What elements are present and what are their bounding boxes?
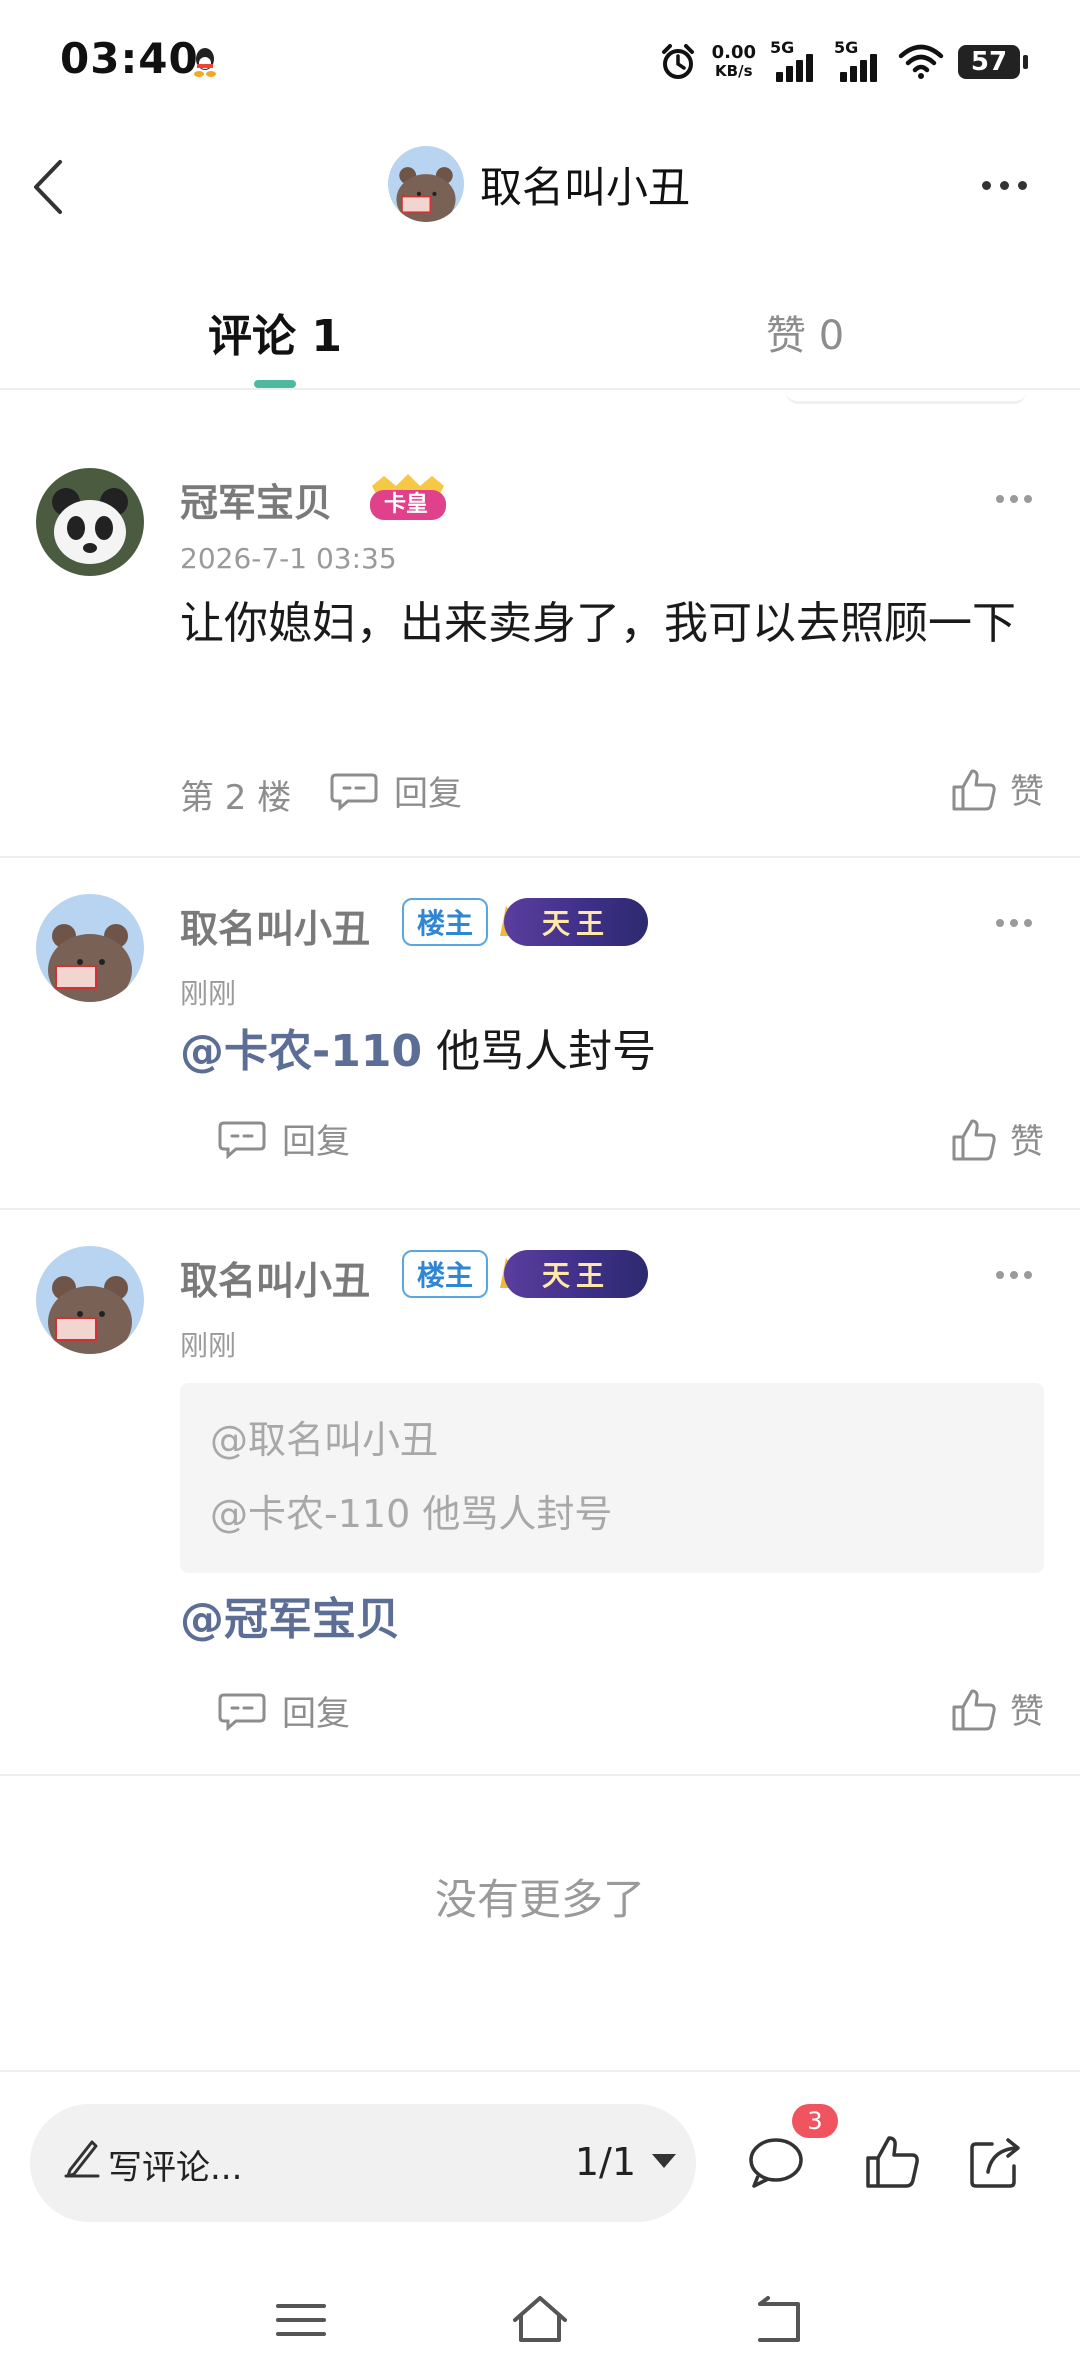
- comment-icon[interactable]: [746, 2132, 806, 2192]
- bear-avatar-icon: [388, 146, 464, 222]
- comment-more-button[interactable]: [996, 1268, 1036, 1282]
- status-bar: 03:40 0.00 KB/s 5G 5G 57: [0, 0, 1080, 120]
- back-nav-icon[interactable]: [744, 2290, 814, 2350]
- owner-badge: 楼主: [402, 1250, 488, 1298]
- divider: [0, 1774, 1080, 1776]
- thread-author[interactable]: 取名叫小丑: [388, 146, 690, 222]
- page-indicator[interactable]: 1/1: [575, 2140, 636, 2184]
- comment-time: 刚刚: [180, 977, 237, 1010]
- tab-comments[interactable]: 评论 1: [208, 300, 342, 364]
- commenter-name[interactable]: 取名叫小丑: [180, 1250, 370, 1305]
- tab-bar: 评论 1 赞 0: [0, 285, 1080, 390]
- net-speed: 0.00 KB/s: [711, 42, 756, 81]
- signal-1-icon: 5G: [770, 38, 820, 82]
- comment-more-button[interactable]: [996, 916, 1036, 930]
- comment-text: @卡农-110 他骂人封号: [180, 1026, 657, 1077]
- commenter-name[interactable]: 冠军宝贝: [180, 472, 332, 527]
- comment-item: 取名叫小丑 楼主 天王 刚刚 @卡农-110 他骂人封号 回复 赞: [0, 892, 1080, 1208]
- level-badge: 天王: [504, 898, 648, 946]
- bear-avatar-icon: [36, 894, 144, 1002]
- comment-count-badge: 3: [792, 2104, 838, 2138]
- collapsed-handle: [786, 392, 1026, 404]
- divider: [0, 1208, 1080, 1210]
- thumbs-up-icon[interactable]: [862, 2132, 922, 2192]
- commenter-avatar[interactable]: [36, 468, 144, 576]
- commenter-name[interactable]: 取名叫小丑: [180, 898, 370, 953]
- commenter-avatar[interactable]: [36, 894, 144, 1002]
- card-king-badge: 卡皇: [364, 472, 452, 524]
- like-button[interactable]: 赞: [950, 764, 1044, 813]
- header-title: 取名叫小丑: [480, 162, 691, 212]
- like-button[interactable]: 赞: [950, 1114, 1044, 1163]
- status-indicators: 0.00 KB/s 5G 5G 57: [658, 36, 1028, 88]
- end-of-list-text: 没有更多了: [434, 1875, 645, 1924]
- thumbs-up-icon: [952, 1689, 996, 1730]
- bear-avatar-icon: [36, 1246, 144, 1354]
- comment-text: 让你媳妇，出来卖身了，我可以去照顾一下: [180, 598, 1016, 649]
- level-badge: 天王: [504, 1250, 648, 1298]
- comment-more-button[interactable]: [996, 492, 1036, 506]
- home-icon[interactable]: [505, 2290, 575, 2350]
- comment-time: 2026-7-1 03:35: [180, 542, 397, 575]
- like-button[interactable]: 赞: [950, 1684, 1044, 1733]
- comment-input[interactable]: 写评论... 1/1: [30, 2104, 696, 2222]
- divider: [0, 856, 1080, 858]
- back-button[interactable]: [22, 152, 82, 222]
- comment-toolbar: 写评论... 1/1: [0, 2070, 1080, 2222]
- tab-indicator: [254, 380, 296, 388]
- reply-button[interactable]: 回复: [330, 766, 462, 815]
- quote-text: @卡农-110 他骂人封号: [210, 1492, 613, 1536]
- author-avatar[interactable]: [388, 146, 464, 222]
- comment-text: @冠军宝贝: [180, 1582, 1050, 1658]
- comment-input-placeholder: 写评论...: [108, 2148, 243, 2188]
- signal-2-icon: 5G: [834, 38, 884, 82]
- battery-icon: 57: [958, 45, 1028, 79]
- wifi-icon: [898, 44, 944, 79]
- comment-bubble-icon: [330, 773, 378, 811]
- system-nav-bar: [0, 2270, 1080, 2376]
- floor-number: 第 2 楼: [180, 778, 292, 818]
- reply-button[interactable]: 回复: [218, 1686, 350, 1735]
- alarm-icon: [661, 44, 694, 79]
- commenter-avatar[interactable]: [36, 1246, 144, 1354]
- mention-link[interactable]: @卡农-110: [180, 1026, 422, 1077]
- quoted-comment[interactable]: @取名叫小丑 @卡农-110 他骂人封号: [180, 1383, 1044, 1573]
- menu-icon[interactable]: [266, 2290, 336, 2350]
- tab-likes[interactable]: 赞 0: [766, 303, 844, 361]
- comment-time: 刚刚: [180, 1329, 237, 1362]
- mention-link[interactable]: @冠军宝贝: [180, 1594, 400, 1645]
- comment-item: 冠军宝贝 卡皇 2026-7-1 03:35 让你媳妇，出来卖身了，我可以去照顾…: [0, 462, 1080, 858]
- status-time: 03:40: [60, 34, 199, 83]
- caret-down-icon[interactable]: [652, 2154, 676, 2168]
- thumbs-up-icon: [952, 769, 996, 810]
- thumbs-up-icon: [952, 1119, 996, 1160]
- qq-icon: [194, 48, 216, 77]
- panda-avatar-icon: [36, 468, 144, 576]
- owner-badge: 楼主: [402, 898, 488, 946]
- quote-author: @取名叫小丑: [210, 1418, 439, 1462]
- more-options-button[interactable]: [974, 170, 1034, 200]
- comment-bubble-icon: [218, 1693, 266, 1731]
- reply-button[interactable]: 回复: [218, 1114, 350, 1163]
- top-app-bar: 取名叫小丑: [0, 130, 1080, 240]
- share-icon[interactable]: [966, 2132, 1026, 2192]
- pen-icon: [64, 2140, 100, 2178]
- comment-bubble-icon: [218, 1121, 266, 1159]
